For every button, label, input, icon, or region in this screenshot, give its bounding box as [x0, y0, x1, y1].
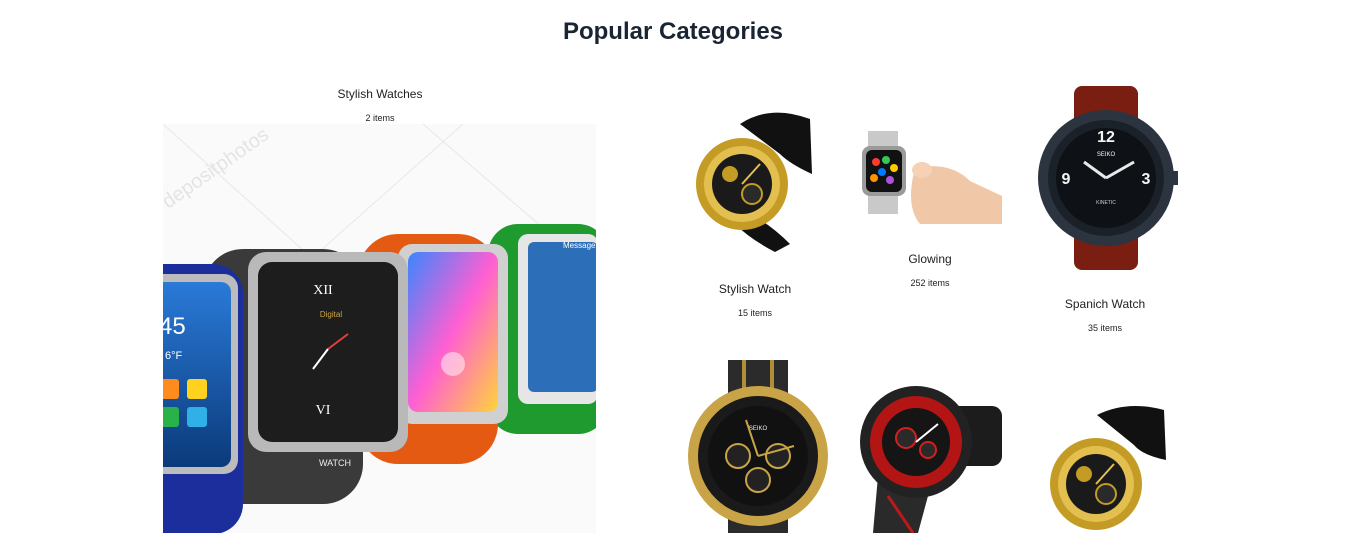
category-name[interactable]: Glowing [855, 252, 1005, 266]
watch-screen-temp: 6°F [165, 350, 183, 362]
seiko-gold-chronograph-image: SEIKO [688, 360, 828, 533]
svg-text:VI: VI [316, 403, 331, 418]
category-image[interactable] [1042, 400, 1170, 533]
gold-black-watch-image [696, 112, 812, 252]
red-black-watch-image [860, 386, 1002, 533]
category-count: 252 items [910, 278, 950, 288]
svg-text:3: 3 [1142, 171, 1151, 188]
category-name[interactable]: Stylish Watches [280, 87, 480, 101]
watermark-text: depositphotos [163, 124, 273, 213]
category-image[interactable]: SEIKO [686, 360, 830, 533]
watch-screen-time: 45 [163, 313, 186, 340]
dial-brand-text: SEIKO [749, 426, 768, 432]
dial-brand-text: SEIKO [1097, 152, 1116, 158]
category-image[interactable] [860, 126, 1002, 226]
watch-screen-title: Messages [563, 241, 596, 250]
category-name[interactable]: Spanich Watch [1030, 297, 1180, 311]
category-image[interactable] [858, 376, 1002, 533]
apple-watch-in-hand-image [862, 131, 1002, 224]
watch-brand-text: Digital [320, 310, 342, 319]
category-image[interactable]: 12 9 3 SEIKO KINETIC [1036, 86, 1178, 270]
seiko-dark-watch-image: 12 9 3 SEIKO KINETIC [1038, 86, 1178, 270]
category-count: 2 items [365, 113, 395, 123]
category-image[interactable]: depositphotos Messages Digital XII VI WA… [163, 124, 596, 533]
category-count: 35 items [1087, 323, 1122, 333]
dial-model-text: KINETIC [1096, 200, 1116, 206]
smartwatch-lineup-image: depositphotos Messages Digital XII VI WA… [163, 124, 596, 533]
watch-strap-text: WATCH [319, 458, 351, 468]
section-heading: Popular Categories [562, 18, 784, 45]
svg-text:9: 9 [1062, 171, 1071, 188]
svg-text:12: 12 [1097, 129, 1115, 146]
category-name[interactable]: Stylish Watch [680, 282, 830, 296]
gold-black-watch-image [1050, 406, 1166, 530]
category-count: 15 items [737, 308, 772, 318]
category-image[interactable] [690, 104, 818, 254]
svg-text:XII: XII [313, 283, 333, 298]
